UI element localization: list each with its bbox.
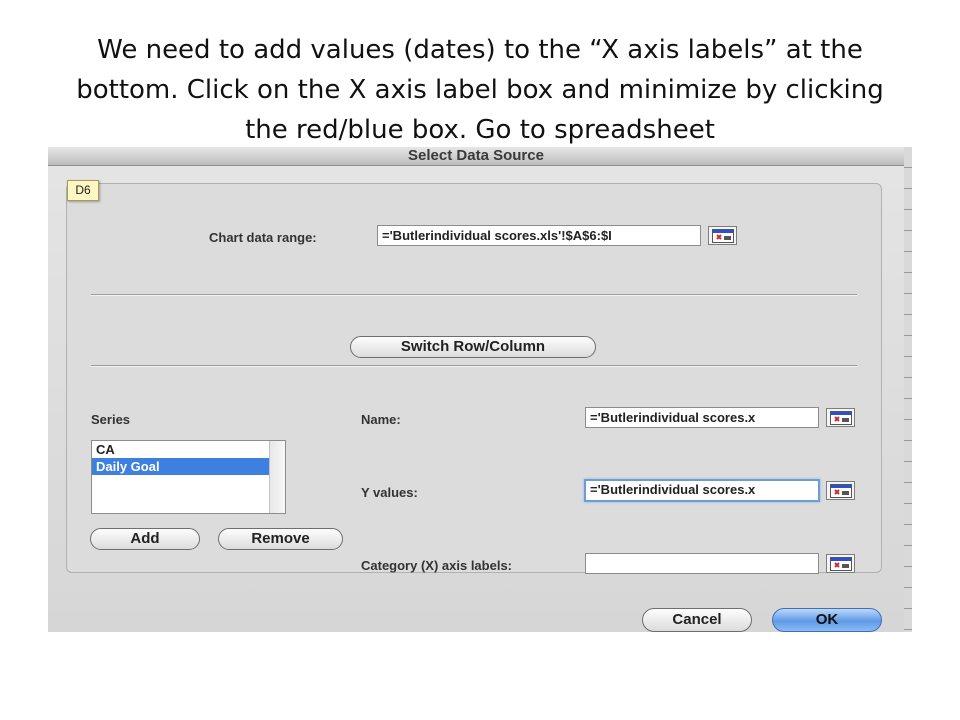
dialog-titlebar: Select Data Source: [48, 147, 904, 166]
collapse-dialog-icon: [712, 229, 734, 243]
x-axis-labels-collapse-button[interactable]: [826, 554, 855, 573]
x-axis-labels-label: Category (X) axis labels:: [361, 558, 512, 573]
chart-range-collapse-button[interactable]: [708, 226, 737, 245]
add-series-button[interactable]: Add: [90, 528, 200, 550]
divider-bottom: [91, 365, 857, 367]
y-values-field[interactable]: ='Butlerindividual scores.x: [584, 479, 820, 502]
collapse-dialog-icon: [830, 484, 852, 498]
slide-caption: We need to add values (dates) to the “X …: [40, 30, 920, 150]
cell-reference-tooltip: D6: [67, 180, 99, 201]
y-values-collapse-button[interactable]: [826, 481, 855, 500]
ok-button[interactable]: OK: [772, 608, 882, 632]
name-collapse-button[interactable]: [826, 408, 855, 427]
divider-top: [91, 294, 857, 296]
series-name-field[interactable]: ='Butlerindividual scores.x: [585, 407, 819, 428]
series-label: Series: [91, 412, 131, 427]
chart-data-range-label: Chart data range:: [209, 230, 317, 245]
remove-series-button[interactable]: Remove: [218, 528, 343, 550]
caption-line-1: We need to add values (dates) to the “X …: [97, 35, 863, 65]
series-list[interactable]: CA Daily Goal: [91, 440, 286, 514]
series-list-scrollbar[interactable]: [269, 441, 285, 513]
dialog-title: Select Data Source: [408, 147, 544, 164]
caption-line-3: the red/blue box. Go to spreadsheet: [245, 115, 715, 145]
switch-row-column-button[interactable]: Switch Row/Column: [350, 336, 596, 358]
series-item-daily-goal[interactable]: Daily Goal: [92, 458, 269, 475]
caption-line-2: bottom. Click on the X axis label box an…: [76, 75, 884, 105]
spreadsheet-edge: [903, 147, 912, 632]
y-values-label: Y values:: [361, 485, 418, 500]
collapse-dialog-icon: [830, 411, 852, 425]
collapse-dialog-icon: [830, 557, 852, 571]
dialog-screenshot: Select Data Source Chart data range: ='B…: [48, 147, 912, 632]
select-data-source-dialog: Chart data range: ='Butlerindividual sco…: [48, 166, 904, 632]
chart-data-range-field[interactable]: ='Butlerindividual scores.xls'!$A$6:$I: [377, 225, 701, 246]
cancel-button[interactable]: Cancel: [642, 608, 752, 632]
x-axis-labels-field[interactable]: [585, 553, 819, 574]
series-item-ca[interactable]: CA: [92, 441, 285, 458]
name-label: Name:: [361, 412, 401, 427]
